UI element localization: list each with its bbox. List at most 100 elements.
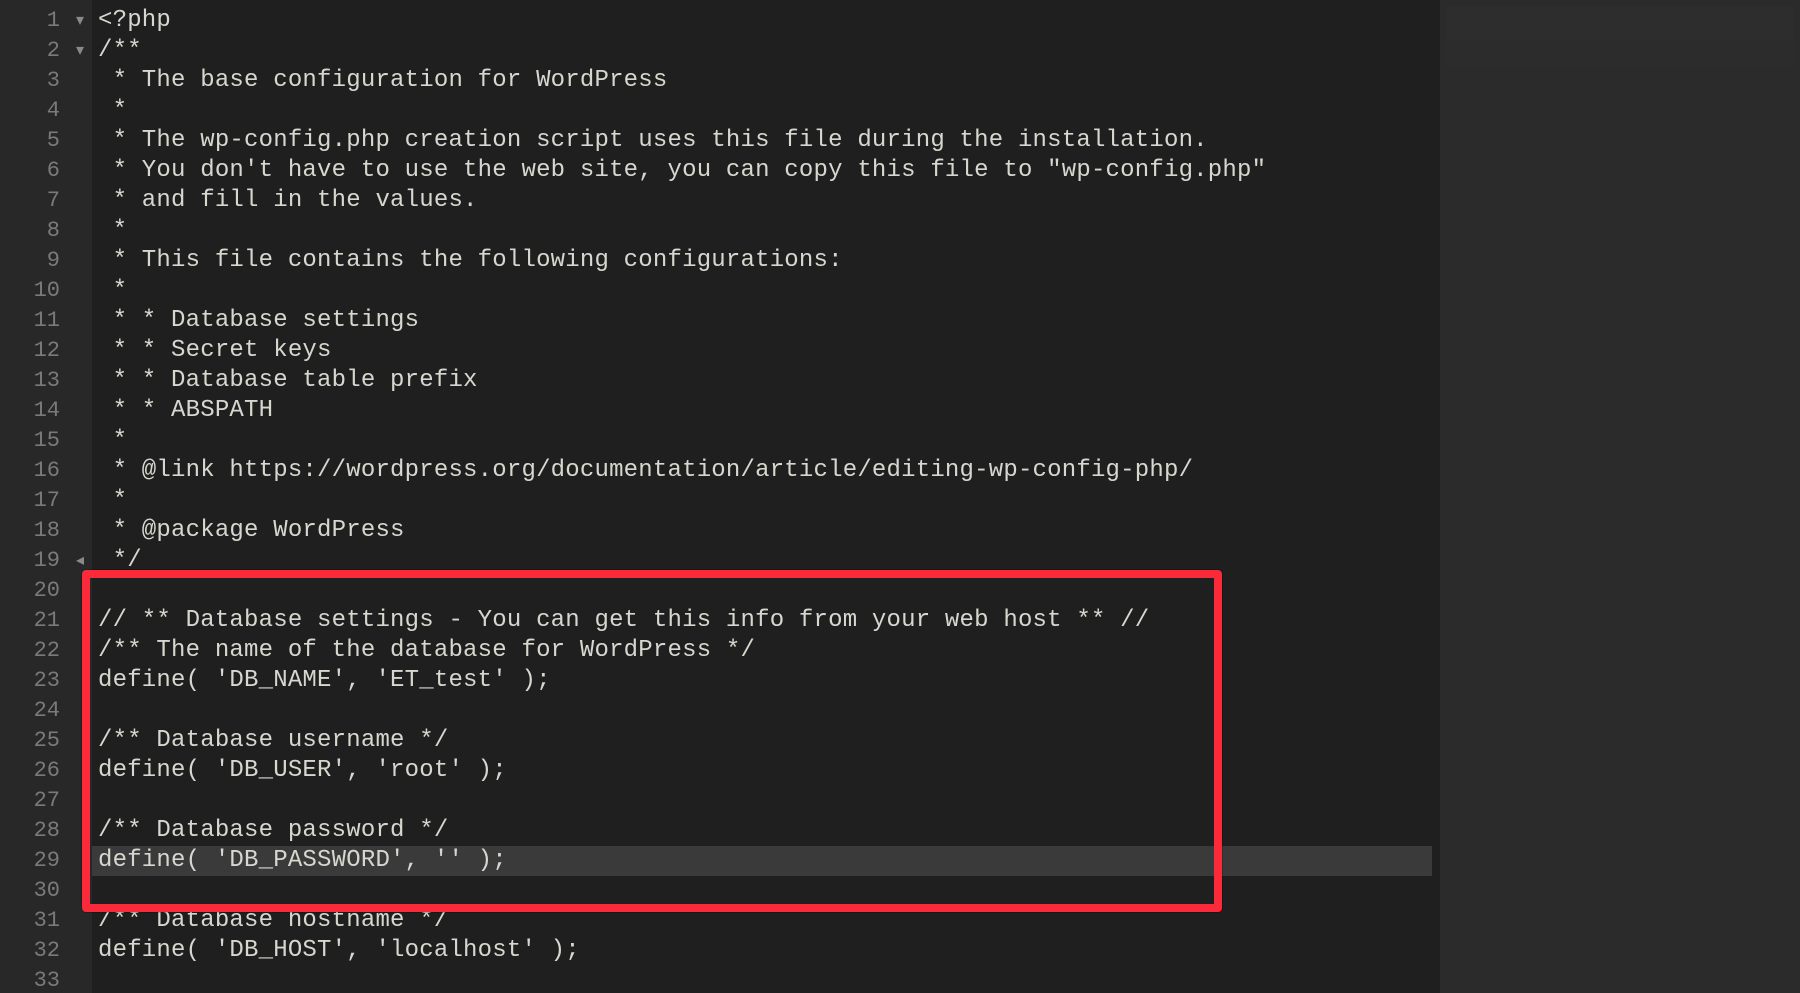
line-number[interactable]: 20 <box>0 576 68 606</box>
fold-marker[interactable] <box>68 966 92 993</box>
fold-marker[interactable]: ▾ <box>68 6 92 36</box>
line-number[interactable]: 33 <box>0 966 68 993</box>
code-line[interactable] <box>92 696 1432 726</box>
line-number[interactable]: 31 <box>0 906 68 936</box>
line-number[interactable]: 30 <box>0 876 68 906</box>
fold-marker[interactable] <box>68 696 92 726</box>
fold-marker[interactable] <box>68 156 92 186</box>
line-number[interactable]: 28 <box>0 816 68 846</box>
line-number[interactable]: 10 <box>0 276 68 306</box>
code-line[interactable]: * @package WordPress <box>92 516 1432 546</box>
code-line[interactable]: define( 'DB_USER', 'root' ); <box>92 756 1432 786</box>
code-line[interactable] <box>92 576 1432 606</box>
line-number[interactable]: 13 <box>0 366 68 396</box>
code-line[interactable] <box>92 786 1432 816</box>
code-line[interactable]: /** Database password */ <box>92 816 1432 846</box>
fold-marker[interactable] <box>68 606 92 636</box>
fold-marker[interactable] <box>68 126 92 156</box>
fold-marker[interactable]: ▾ <box>68 36 92 66</box>
fold-marker[interactable] <box>68 576 92 606</box>
code-line[interactable]: * <box>92 96 1432 126</box>
code-line[interactable]: define( 'DB_HOST', 'localhost' ); <box>92 936 1432 966</box>
fold-marker[interactable] <box>68 756 92 786</box>
code-line[interactable]: /** Database username */ <box>92 726 1432 756</box>
fold-marker[interactable] <box>68 276 92 306</box>
fold-marker[interactable] <box>68 486 92 516</box>
line-number[interactable]: 8 <box>0 216 68 246</box>
fold-marker[interactable] <box>68 636 92 666</box>
line-number[interactable]: 11 <box>0 306 68 336</box>
fold-marker[interactable] <box>68 816 92 846</box>
line-number[interactable]: 18 <box>0 516 68 546</box>
code-line[interactable]: // ** Database settings - You can get th… <box>92 606 1432 636</box>
fold-marker[interactable]: ◂ <box>68 546 92 576</box>
code-line[interactable] <box>92 966 1432 993</box>
fold-marker[interactable] <box>68 426 92 456</box>
fold-marker[interactable] <box>68 876 92 906</box>
fold-marker[interactable] <box>68 66 92 96</box>
code-line[interactable]: define( 'DB_NAME', 'ET_test' ); <box>92 666 1432 696</box>
fold-marker[interactable] <box>68 666 92 696</box>
code-line[interactable]: * The wp-config.php creation script uses… <box>92 126 1432 156</box>
line-number[interactable]: 4 <box>0 96 68 126</box>
minimap[interactable] <box>1446 6 1794 66</box>
line-number[interactable]: 26 <box>0 756 68 786</box>
code-line[interactable]: * * Database settings <box>92 306 1432 336</box>
line-number[interactable]: 17 <box>0 486 68 516</box>
line-number[interactable]: 27 <box>0 786 68 816</box>
line-number[interactable]: 19 <box>0 546 68 576</box>
code-line[interactable]: * <box>92 426 1432 456</box>
line-number[interactable]: 14 <box>0 396 68 426</box>
code-line[interactable]: */ <box>92 546 1432 576</box>
line-number[interactable]: 22 <box>0 636 68 666</box>
fold-marker[interactable] <box>68 336 92 366</box>
fold-marker[interactable] <box>68 246 92 276</box>
code-editor[interactable]: 1234567891011121314151617181920212223242… <box>0 0 1800 993</box>
code-line[interactable]: * * Database table prefix <box>92 366 1432 396</box>
fold-marker[interactable] <box>68 936 92 966</box>
line-number[interactable]: 2 <box>0 36 68 66</box>
line-number[interactable]: 16 <box>0 456 68 486</box>
line-number[interactable]: 24 <box>0 696 68 726</box>
code-line[interactable]: * * ABSPATH <box>92 396 1432 426</box>
code-line[interactable] <box>92 876 1432 906</box>
minimap-panel[interactable] <box>1440 0 1800 993</box>
fold-marker[interactable] <box>68 846 92 876</box>
fold-marker[interactable] <box>68 186 92 216</box>
code-line[interactable]: * You don't have to use the web site, yo… <box>92 156 1432 186</box>
code-line[interactable]: * <box>92 486 1432 516</box>
fold-marker[interactable] <box>68 96 92 126</box>
line-number[interactable]: 3 <box>0 66 68 96</box>
code-line[interactable]: * and fill in the values. <box>92 186 1432 216</box>
line-number[interactable]: 5 <box>0 126 68 156</box>
line-number[interactable]: 21 <box>0 606 68 636</box>
code-line[interactable]: * <box>92 276 1432 306</box>
line-number[interactable]: 25 <box>0 726 68 756</box>
line-number[interactable]: 29 <box>0 846 68 876</box>
fold-marker[interactable] <box>68 516 92 546</box>
code-line[interactable]: * @link https://wordpress.org/documentat… <box>92 456 1432 486</box>
line-number[interactable]: 15 <box>0 426 68 456</box>
line-number[interactable]: 9 <box>0 246 68 276</box>
code-line[interactable]: define( 'DB_PASSWORD', '' ); <box>92 846 1432 876</box>
fold-marker[interactable] <box>68 726 92 756</box>
code-line[interactable]: /** <box>92 36 1432 66</box>
line-number[interactable]: 6 <box>0 156 68 186</box>
code-line[interactable]: * <box>92 216 1432 246</box>
line-number[interactable]: 12 <box>0 336 68 366</box>
code-line[interactable]: <?php <box>92 6 1432 36</box>
fold-marker[interactable] <box>68 396 92 426</box>
fold-marker[interactable] <box>68 366 92 396</box>
code-line[interactable]: * The base configuration for WordPress <box>92 66 1432 96</box>
line-number[interactable]: 32 <box>0 936 68 966</box>
fold-marker[interactable] <box>68 306 92 336</box>
fold-marker[interactable] <box>68 906 92 936</box>
line-number-gutter[interactable]: 1234567891011121314151617181920212223242… <box>0 0 68 993</box>
code-line[interactable]: /** The name of the database for WordPre… <box>92 636 1432 666</box>
fold-marker[interactable] <box>68 786 92 816</box>
code-area[interactable]: <?php/** * The base configuration for Wo… <box>92 0 1800 993</box>
code-line[interactable]: /** Database hostname */ <box>92 906 1432 936</box>
fold-gutter[interactable]: ▾▾ ◂ <box>68 0 92 993</box>
fold-marker[interactable] <box>68 456 92 486</box>
fold-marker[interactable] <box>68 216 92 246</box>
